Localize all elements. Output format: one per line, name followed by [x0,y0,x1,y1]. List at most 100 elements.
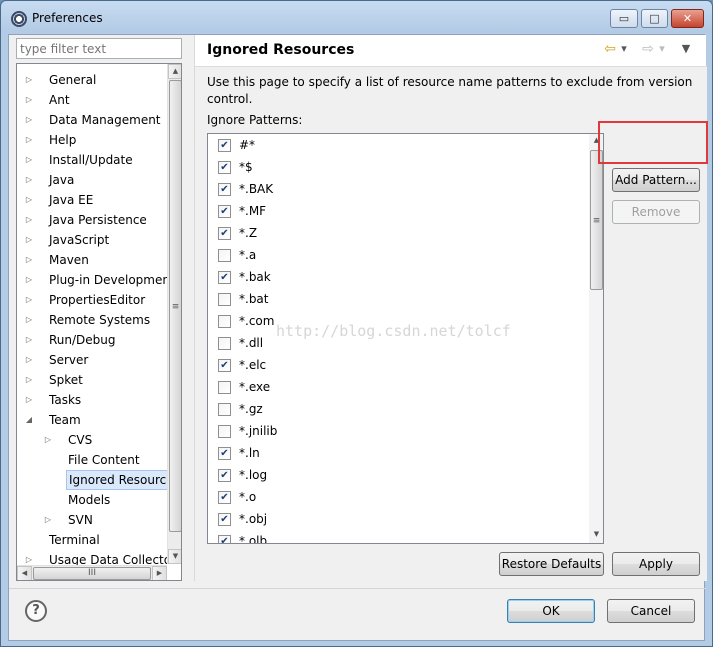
patterns-scroll-down-icon[interactable]: ▼ [589,528,603,543]
checked-checkbox[interactable]: ✔ [218,183,231,196]
sidebar-item-label: SVN [68,513,93,527]
checked-checkbox[interactable]: ✔ [218,227,231,240]
pattern-row[interactable]: ✔ *.Z [208,223,588,245]
unchecked-checkbox[interactable] [218,249,231,262]
unchecked-checkbox[interactable] [218,425,231,438]
checked-checkbox[interactable]: ✔ [218,271,231,284]
sidebar-item-label: Ant [49,93,70,107]
pattern-row[interactable]: ✔ *.o [208,487,588,509]
pattern-row[interactable]: ✔ *.BAK [208,179,588,201]
filter-input[interactable] [16,38,182,59]
pattern-text: *.MF [239,204,267,218]
collapsed-arrow-icon[interactable]: ▷ [43,430,53,450]
pattern-row[interactable]: ✔ *.log [208,465,588,487]
sidebar-item-label: Data Management [49,113,161,127]
pattern-row[interactable]: ✔ *.olb [208,531,588,543]
scroll-right-icon[interactable]: ▶ [152,566,167,580]
pattern-row[interactable]: ✔ *.MF [208,201,588,223]
collapsed-arrow-icon[interactable]: ▷ [24,310,34,330]
collapsed-arrow-icon[interactable]: ▷ [24,90,34,110]
unchecked-checkbox[interactable] [218,381,231,394]
remove-button[interactable]: Remove [612,200,700,224]
checked-checkbox[interactable]: ✔ [218,513,231,526]
pattern-row[interactable]: ✔ *.ln [208,443,588,465]
checked-checkbox[interactable]: ✔ [218,447,231,460]
close-button[interactable]: ✕ [671,9,704,28]
scroll-left-icon[interactable]: ◀ [17,566,32,580]
tree-scroll-thumb[interactable]: ≡ [169,80,181,532]
checked-checkbox[interactable]: ✔ [218,535,231,543]
sidebar-item-label: Server [49,353,89,367]
forward-menu-icon[interactable]: ▾ [657,41,667,57]
pattern-row[interactable]: *.jnilib [208,421,588,443]
cancel-button[interactable]: Cancel [607,599,695,623]
expanded-arrow-icon[interactable]: ◢ [24,410,34,430]
collapsed-arrow-icon[interactable]: ▷ [24,190,34,210]
collapsed-arrow-icon[interactable]: ▷ [24,110,34,130]
ok-button[interactable]: OK [507,599,595,623]
collapsed-arrow-icon[interactable]: ▷ [24,230,34,250]
checked-checkbox[interactable]: ✔ [218,491,231,504]
collapsed-arrow-icon[interactable]: ▷ [24,290,34,310]
forward-arrow-icon[interactable]: ⇨ [640,41,656,57]
collapsed-arrow-icon[interactable]: ▷ [24,130,34,150]
collapsed-arrow-icon[interactable]: ▷ [24,150,34,170]
pattern-row[interactable]: ✔ *.elc [208,355,588,377]
checked-checkbox[interactable]: ✔ [218,139,231,152]
pattern-row[interactable]: ✔ *.bak [208,267,588,289]
tree-horizontal-scrollbar[interactable]: ◀ III ▶ [17,565,167,580]
view-menu-icon[interactable]: ▼ [680,41,692,57]
add-pattern-button[interactable]: Add Pattern... [612,168,700,192]
collapsed-arrow-icon[interactable]: ▷ [24,330,34,350]
pattern-text: *.BAK [239,182,274,196]
collapsed-arrow-icon[interactable]: ▷ [24,70,34,90]
patterns-scrollbar[interactable]: ▲ ≡ ▼ [589,134,603,543]
restore-defaults-button[interactable]: Restore Defaults [499,552,604,576]
checked-checkbox[interactable]: ✔ [218,359,231,372]
checked-checkbox[interactable]: ✔ [218,205,231,218]
tree-vertical-scrollbar[interactable]: ▲ ≡ ▼ [167,64,181,564]
pattern-row[interactable]: ✔ *.obj [208,509,588,531]
watermark: http://blog.csdn.net/tolcf [276,322,511,340]
preference-tree: ▷ General ▷ Ant ▷ Data Management ▷ Help ▷ Instal… [16,63,182,581]
collapsed-arrow-icon[interactable]: ▷ [24,250,34,270]
unchecked-checkbox[interactable] [218,403,231,416]
tree-hscroll-thumb[interactable]: III [33,567,151,580]
scroll-down-icon[interactable]: ▼ [168,549,181,564]
back-arrow-icon[interactable]: ⇦ [602,41,618,57]
checked-checkbox[interactable]: ✔ [218,161,231,174]
collapsed-arrow-icon[interactable]: ▷ [24,370,34,390]
collapsed-arrow-icon[interactable]: ▷ [24,170,34,190]
collapsed-arrow-icon[interactable]: ▷ [24,210,34,230]
pattern-row[interactable]: *.bat [208,289,588,311]
collapsed-arrow-icon[interactable]: ▷ [24,270,34,290]
pattern-text: *.o [239,490,257,504]
apply-button[interactable]: Apply [612,552,700,576]
title-bar[interactable]: Preferences ▭ □ ✕ [1,1,712,35]
scroll-up-icon[interactable]: ▲ [168,64,181,79]
minimize-button[interactable]: ▭ [610,9,638,28]
sidebar-item-label: Tasks [49,393,82,407]
unchecked-checkbox[interactable] [218,315,231,328]
window-title: Preferences [32,11,103,25]
maximize-button[interactable]: □ [641,9,668,28]
pattern-text: #* [239,138,256,152]
collapsed-arrow-icon[interactable]: ▷ [24,350,34,370]
help-icon[interactable]: ? [25,600,47,622]
pattern-row[interactable]: ✔ #* [208,135,588,157]
unchecked-checkbox[interactable] [218,337,231,350]
back-menu-icon[interactable]: ▾ [619,41,629,57]
unchecked-checkbox[interactable] [218,293,231,306]
sidebar-item-label: Java [49,173,75,187]
collapsed-arrow-icon[interactable]: ▷ [43,510,53,530]
collapsed-arrow-icon[interactable]: ▷ [24,390,34,410]
pattern-text: *.ln [239,446,260,460]
pattern-row[interactable]: *.exe [208,377,588,399]
pattern-row[interactable]: *.gz [208,399,588,421]
patterns-scroll-thumb[interactable]: ≡ [590,150,603,290]
eclipse-icon [11,11,27,27]
pattern-row[interactable]: *.a [208,245,588,267]
pattern-row[interactable]: ✔ *$ [208,157,588,179]
sidebar-item-label: General [49,73,97,87]
checked-checkbox[interactable]: ✔ [218,469,231,482]
